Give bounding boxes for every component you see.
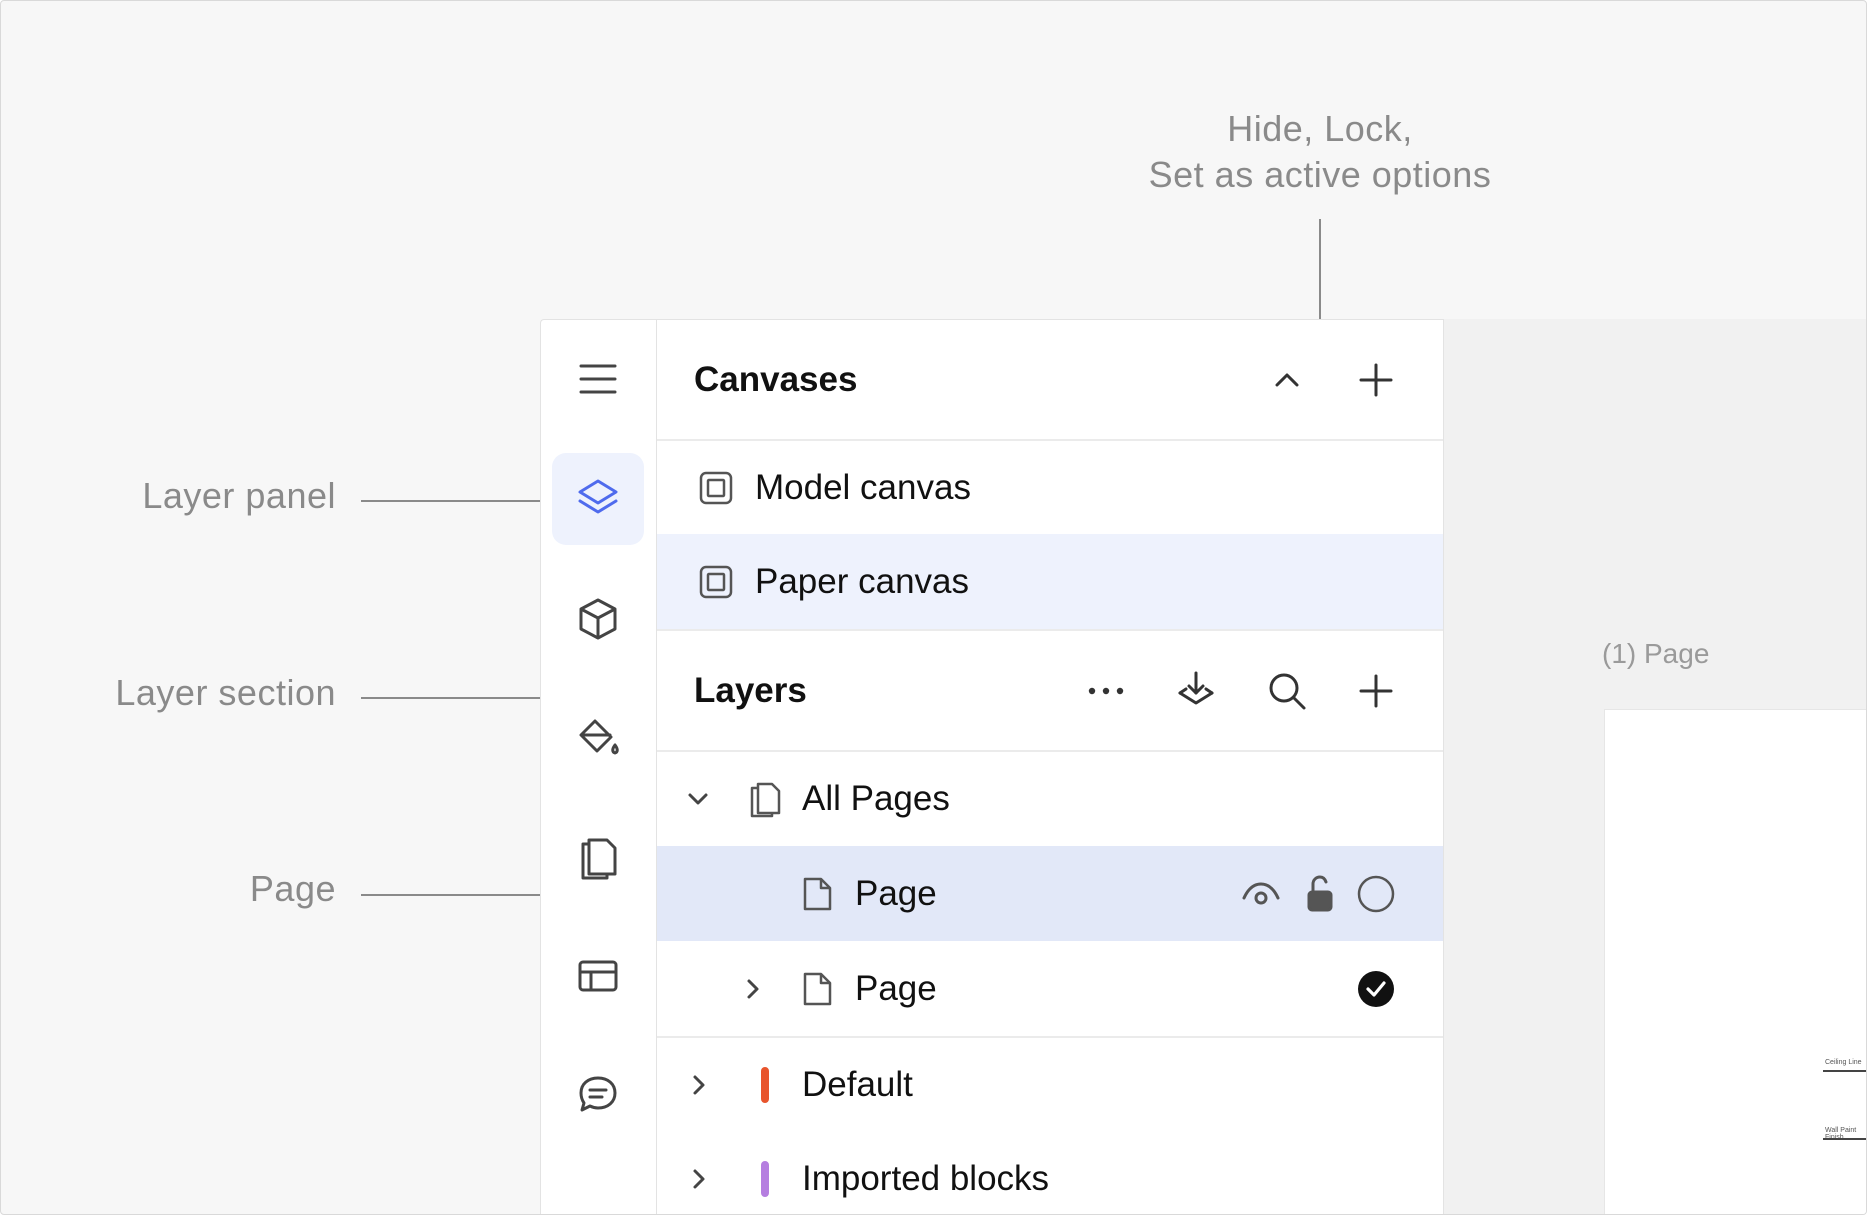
plus-icon [1359,363,1393,396]
canvas-frame-icon [696,562,736,602]
mini-label-ceiling: Ceiling Line [1825,1059,1862,1066]
annotation-layer-panel-leader [361,500,555,502]
page-icon [797,969,837,1009]
chevron-right-icon[interactable] [682,1068,716,1102]
layer-color-swatch [761,1067,769,1103]
cube-icon [579,598,617,640]
canvas-item-paper[interactable]: Paper canvas [657,534,1443,629]
chevron-up-icon [1275,373,1299,386]
search-icon [1269,673,1306,709]
layer-panel-button[interactable] [552,453,644,545]
annotation-hide-lock: Hide, Lock, Set as active options [1130,106,1510,198]
layers-more-button[interactable] [1081,666,1131,716]
collapse-canvases-button[interactable] [1262,355,1312,405]
annotation-page: Page [249,868,336,909]
annotation-hide-lock-line1: Hide, Lock, [1227,108,1413,149]
add-layer-button[interactable] [1351,666,1401,716]
model-button[interactable] [552,573,644,665]
lock-toggle[interactable] [1300,871,1340,917]
page-icon [797,874,837,914]
layer-color-swatch [761,1161,769,1197]
tree-item-page-1[interactable]: Page [657,846,1443,941]
more-horizontal-icon [1088,687,1124,694]
annotation-layer-panel: Layer panel [142,475,336,516]
search-layers-button[interactable] [1262,666,1312,716]
eye-icon [1242,881,1280,904]
tree-item-all-pages[interactable]: All Pages [657,752,1443,846]
tree-item-label: Default [802,1065,913,1104]
canvases-title: Canvases [694,359,858,399]
add-canvas-button[interactable] [1351,355,1401,405]
chevron-right-icon[interactable] [736,972,770,1006]
comment-icon [579,1076,617,1112]
table-icon [578,960,618,992]
style-button[interactable] [552,692,644,784]
pages-icon [745,779,785,819]
pages-icon [581,838,617,880]
canvas-item-label: Model canvas [755,467,971,507]
set-active-toggle[interactable] [1354,872,1398,916]
comments-button[interactable] [552,1049,644,1141]
check-circle-icon [1358,970,1394,1007]
unlock-icon [1307,874,1333,911]
table-button[interactable] [552,930,644,1022]
pages-button[interactable] [552,811,644,903]
import-layers-button[interactable] [1170,665,1222,717]
menu-button[interactable] [552,333,644,425]
chevron-down-icon[interactable] [681,782,715,816]
layer-panel: Canvases Model canvas Paper canvas Layer… [656,319,1444,1214]
paint-bucket-icon [579,719,619,755]
paper-sheet[interactable]: Ceiling Line Wall Paint Finish [1604,709,1866,1214]
circle-icon [1357,875,1395,912]
tree-item-page-2[interactable]: Page [657,941,1443,1036]
mini-line-wall [1823,1138,1866,1140]
annotation-hide-lock-line2: Set as active options [1148,154,1492,195]
plus-icon [1359,674,1393,707]
import-icon [1178,671,1214,704]
tree-item-label: Imported blocks [802,1159,1050,1198]
active-indicator[interactable] [1354,967,1398,1011]
tree-item-label: Page [855,968,937,1008]
chevron-right-icon[interactable] [682,1162,716,1196]
tree-item-imported-blocks[interactable]: Imported blocks [657,1132,1443,1214]
menu-icon [579,364,617,394]
tree-item-label: Page [855,873,937,913]
visibility-toggle[interactable] [1238,871,1284,917]
canvases-header: Canvases [657,320,1443,439]
layers-icon [578,479,618,514]
annotation-layer-section: Layer section [115,672,336,713]
mini-line-ceiling [1823,1070,1866,1072]
canvas-stage: Hide, Lock, Set as active options Layer … [0,0,1867,1215]
left-rail [540,319,657,1214]
preview-caption: (1) Page [1602,638,1710,669]
canvas-item-label: Paper canvas [755,561,970,601]
tree-item-label: All Pages [802,779,950,818]
layers-title: Layers [694,670,807,710]
layers-header: Layers [657,631,1443,750]
canvas-frame-icon [696,468,736,508]
canvas-item-model[interactable]: Model canvas [657,441,1443,534]
tree-item-default[interactable]: Default [657,1038,1443,1132]
